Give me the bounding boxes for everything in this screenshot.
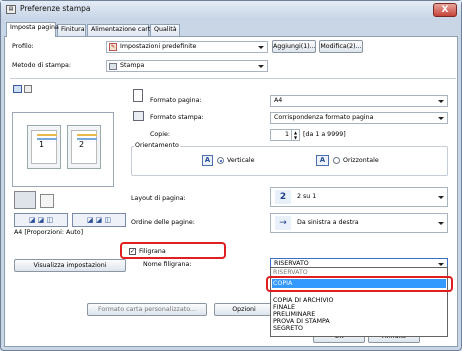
output-size-label: Formato stampa: bbox=[150, 114, 204, 121]
options-button[interactable]: Opzioni bbox=[214, 303, 274, 316]
layout-icons-left: ◪ ◪ ◫ bbox=[14, 213, 68, 227]
profile-icon: ✎ bbox=[109, 43, 117, 51]
custom-paper-size-button[interactable]: Formato carta personalizzato... bbox=[87, 303, 207, 316]
layout-icons-right: ◪ ◪ ◫ bbox=[72, 213, 126, 227]
page-number: 1 bbox=[39, 140, 45, 149]
tab-finishing[interactable]: Finitura bbox=[57, 24, 86, 36]
page-order-label: Ordine delle pagine: bbox=[131, 219, 195, 226]
preview-caption: A4 [Proporzioni: Auto] bbox=[14, 229, 84, 236]
profile-value: Impostazioni predefinite bbox=[120, 43, 197, 50]
printer-icon: ▤ bbox=[6, 5, 16, 14]
tab-paper-source[interactable]: Alimentazione carta bbox=[87, 24, 154, 36]
chevron-down-icon bbox=[258, 65, 264, 68]
printer-view-icon[interactable] bbox=[24, 85, 32, 93]
paper-stack-icon bbox=[40, 194, 54, 208]
finishing-icon bbox=[14, 191, 36, 209]
portrait-icon: A bbox=[202, 155, 213, 166]
page-number: 2 bbox=[79, 140, 85, 149]
portrait-radio[interactable] bbox=[217, 157, 224, 164]
output-method-label: Metodo di stampa: bbox=[12, 62, 71, 69]
preview-page-2: 2 bbox=[67, 125, 101, 169]
close-button[interactable]: X bbox=[433, 3, 457, 17]
watermark-checkbox[interactable]: ✓ bbox=[129, 248, 136, 255]
landscape-radio[interactable] bbox=[333, 157, 340, 164]
output-size-select[interactable]: Corrispondenza formato pagina bbox=[270, 112, 448, 124]
watermark-option[interactable]: RISERVATO bbox=[273, 269, 308, 276]
tab-quality[interactable]: Qualità bbox=[150, 24, 180, 36]
profile-select[interactable]: ✎ Impostazioni predefinite bbox=[106, 41, 268, 53]
landscape-icon: A bbox=[316, 155, 329, 166]
output-size-value: Corrispondenza formato pagina bbox=[274, 114, 374, 121]
page-size-select[interactable]: A4 bbox=[270, 95, 448, 107]
page-layout-label: Layout di pagina: bbox=[131, 195, 186, 202]
copies-label: Copie: bbox=[150, 131, 170, 138]
window-title: Preferenze stampa bbox=[20, 4, 91, 13]
chevron-down-icon bbox=[438, 263, 444, 266]
landscape-label: Orizzontale bbox=[343, 157, 379, 164]
layout-preview: 1 2 bbox=[12, 112, 114, 187]
left-to-right-arrow-icon: → bbox=[275, 216, 291, 230]
add-profile-button[interactable]: Aggiungi(1)... bbox=[272, 40, 316, 53]
printer-icon bbox=[133, 111, 144, 121]
chevron-down-icon bbox=[438, 100, 444, 103]
output-method-select[interactable]: Stampa bbox=[106, 60, 268, 72]
page-order-value: Da sinistra a destra bbox=[297, 219, 359, 226]
watermark-option[interactable]: COPIA DI ARCHIVIO bbox=[273, 297, 334, 304]
chevron-down-icon bbox=[438, 196, 444, 199]
watermark-option[interactable]: PROVA DI STAMPA bbox=[273, 318, 330, 325]
page-layout-select[interactable]: 2 2 su 1 bbox=[270, 187, 448, 207]
watermark-option[interactable]: PRELIMINARE bbox=[273, 311, 315, 318]
watermark-selected-value: RISERVATO bbox=[274, 260, 309, 267]
orientation-label: Orientamento bbox=[134, 142, 180, 149]
portrait-label: Verticale bbox=[227, 157, 255, 164]
chevron-down-icon bbox=[438, 222, 444, 225]
watermark-option[interactable]: FINALE bbox=[273, 304, 295, 311]
chevron-down-icon bbox=[258, 46, 264, 49]
preview-page-1: 1 bbox=[27, 125, 61, 169]
chevron-down-icon bbox=[438, 117, 444, 120]
page-order-select[interactable]: → Da sinistra a destra bbox=[270, 213, 448, 233]
watermark-name-label: Nome filigrana: bbox=[143, 261, 192, 268]
copies-stepper[interactable]: 1 ▲ ▼ bbox=[270, 129, 300, 141]
page-layout-value: 2 su 1 bbox=[297, 193, 317, 200]
watermark-checkbox-label: Filigrana bbox=[139, 248, 166, 255]
orientation-group bbox=[131, 146, 448, 176]
divider bbox=[10, 78, 456, 79]
copies-range: [da 1 a 9999] bbox=[303, 131, 346, 138]
page-view-icon[interactable] bbox=[13, 85, 22, 93]
printer-icon bbox=[109, 63, 117, 70]
copies-value: 1 bbox=[284, 131, 289, 138]
edit-profile-button[interactable]: Modifica(2)... bbox=[319, 40, 363, 53]
profile-label: Profilo: bbox=[12, 43, 34, 50]
two-up-icon: 2 bbox=[275, 190, 291, 204]
output-method-value: Stampa bbox=[120, 62, 145, 69]
copia-option-callout bbox=[266, 276, 453, 292]
view-settings-button[interactable]: Visualizza impostazioni bbox=[14, 259, 126, 272]
spin-arrows-icon[interactable]: ▲ ▼ bbox=[291, 130, 299, 140]
page-size-icon bbox=[133, 89, 143, 102]
page-size-value: A4 bbox=[274, 97, 283, 104]
tab-page-setup[interactable]: Imposta pagina bbox=[6, 22, 59, 37]
watermark-option[interactable]: SEGRETO bbox=[273, 325, 303, 332]
page-size-label: Formato pagina: bbox=[150, 97, 202, 104]
